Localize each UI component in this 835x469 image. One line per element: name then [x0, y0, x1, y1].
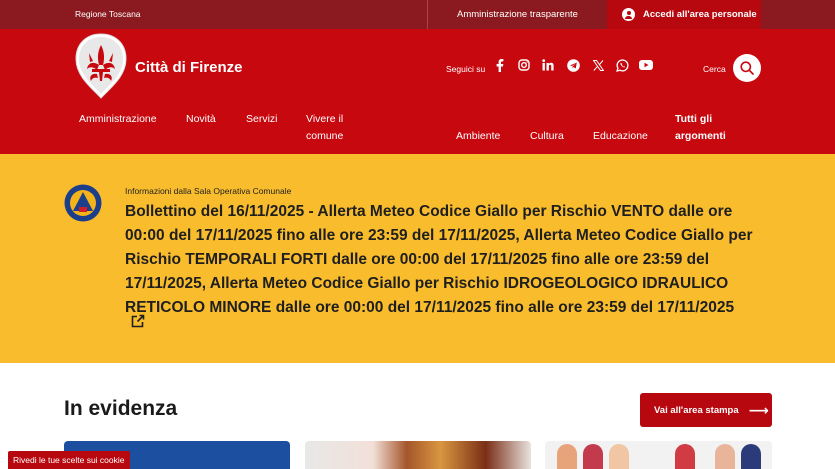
login-button[interactable]: Accedi all'area personale	[607, 0, 761, 29]
press-area-label: Vai all'area stampa	[654, 404, 739, 416]
nav-ambiente[interactable]: Ambiente	[456, 128, 500, 145]
search-icon	[740, 61, 754, 75]
main-header: Città di Firenze Seguici su Cerca Ammini…	[0, 29, 835, 154]
section-title-evidenza: In evidenza	[64, 397, 178, 420]
nav-vivere-line1: Vivere il	[306, 113, 344, 125]
nav-educazione[interactable]: Educazione	[593, 128, 648, 145]
nav-vivere-line2: comune	[306, 130, 344, 142]
region-link[interactable]: Regione Toscana	[75, 9, 141, 19]
youtube-icon[interactable]	[638, 57, 654, 73]
illustration-figure	[715, 444, 735, 469]
linkedin-icon[interactable]	[540, 57, 556, 73]
nav-novita[interactable]: Novità	[186, 111, 216, 128]
alert-source: Informazioni dalla Sala Operativa Comuna…	[125, 186, 292, 196]
illustration-figure	[609, 444, 629, 469]
civil-protection-alert: Informazioni dalla Sala Operativa Comuna…	[0, 154, 835, 363]
top-utility-bar: Regione Toscana Amministrazione traspare…	[0, 0, 835, 29]
nav-cultura[interactable]: Cultura	[530, 128, 564, 145]
telegram-icon[interactable]	[565, 57, 581, 73]
social-label: Seguici su	[446, 64, 486, 74]
nav-argomenti-line2: argomenti	[675, 130, 726, 142]
login-label: Accedi all'area personale	[643, 9, 757, 20]
transparency-link[interactable]: Amministrazione trasparente	[457, 9, 578, 20]
illustration-figure	[557, 444, 577, 469]
news-card-2[interactable]	[305, 441, 531, 469]
nav-argomenti-line1: Tutti gli	[675, 113, 713, 125]
nav-servizi[interactable]: Servizi	[246, 111, 278, 128]
search-label: Cerca	[703, 64, 726, 74]
cookie-preferences-button[interactable]: Rivedi le tue scelte sui cookie	[8, 451, 130, 469]
x-icon[interactable]	[590, 57, 606, 73]
alert-message[interactable]: Bollettino del 16/11/2025 - Allerta Mete…	[125, 200, 775, 320]
external-link-icon[interactable]	[131, 314, 145, 328]
instagram-icon[interactable]	[516, 57, 532, 73]
city-title[interactable]: Città di Firenze	[135, 59, 243, 76]
facebook-icon[interactable]	[492, 57, 508, 73]
topbar-divider	[427, 0, 428, 29]
arrow-right-icon: ⟶	[748, 401, 769, 418]
florence-lily-logo[interactable]	[75, 33, 127, 99]
news-card-3[interactable]	[545, 441, 772, 469]
nav-vivere-il-comune[interactable]: Vivere il comune	[306, 111, 343, 145]
whatsapp-icon[interactable]	[614, 57, 630, 73]
illustration-figure	[583, 444, 603, 469]
nav-amministrazione[interactable]: Amministrazione	[79, 111, 157, 128]
civil-protection-logo	[64, 184, 102, 222]
illustration-figure	[675, 444, 695, 469]
press-area-button[interactable]: Vai all'area stampa ⟶	[640, 393, 772, 427]
search-button[interactable]	[733, 54, 761, 82]
nav-tutti-gli-argomenti[interactable]: Tutti gli argomenti	[675, 111, 726, 145]
user-icon	[622, 8, 635, 21]
illustration-figure	[741, 444, 761, 469]
